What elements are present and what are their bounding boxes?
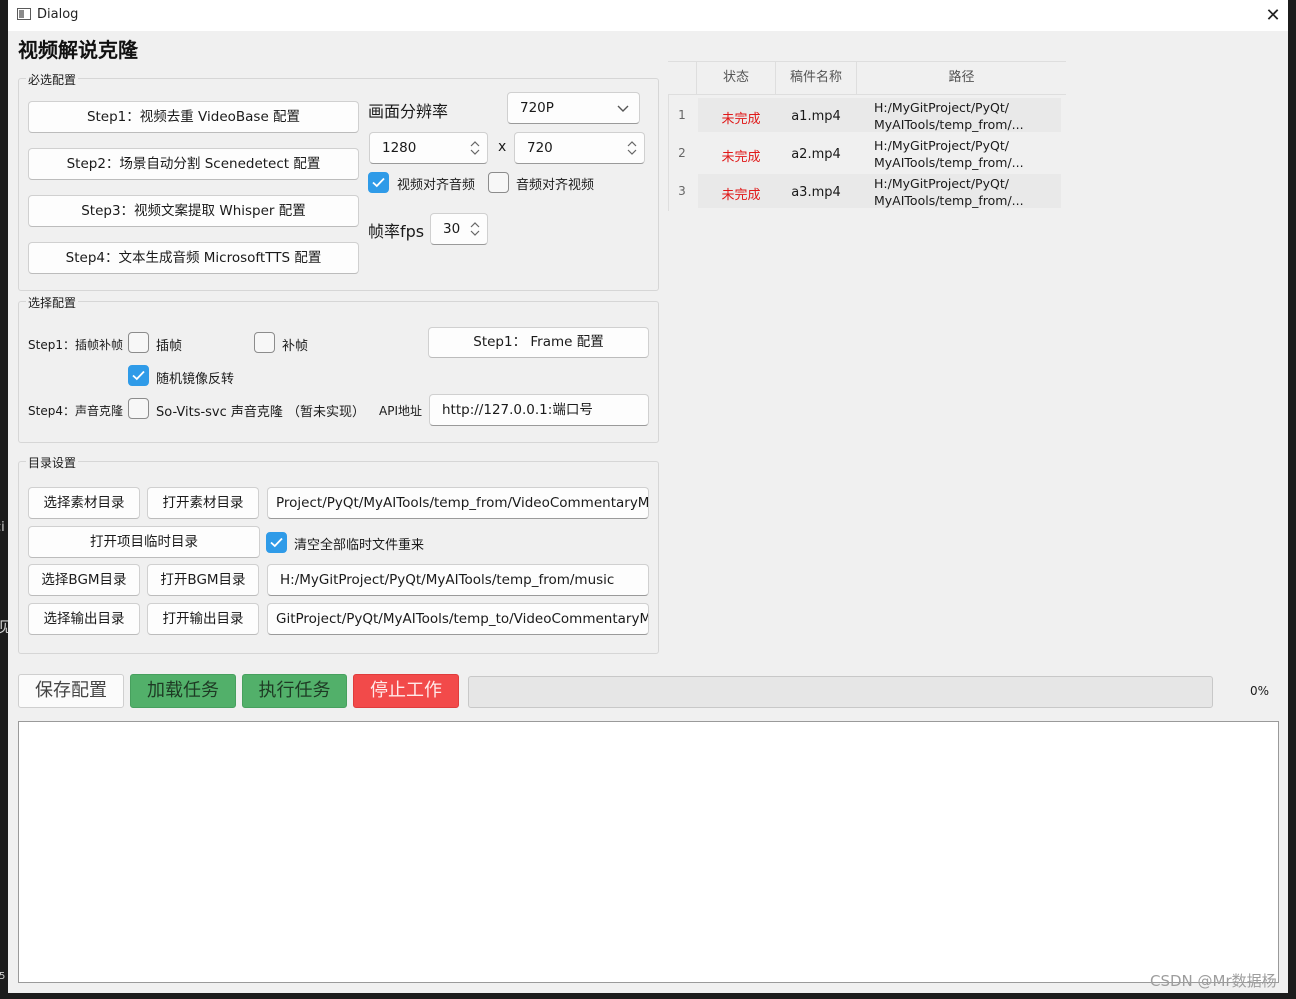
row-number: 3 [678,184,686,198]
progress-text: 0% [1250,684,1270,698]
bgm-path-input[interactable]: H:/MyGitProject/PyQt/MyAITools/temp_from… [267,564,649,596]
background-window-fragment: ci [0,520,5,535]
random-mirror-checkbox[interactable] [128,365,149,386]
page-title: 视频解说克隆 [18,38,138,62]
height-spinbox[interactable]: 720 [514,132,645,164]
app-icon [17,8,31,20]
save-config-button[interactable]: 保存配置 [18,674,124,708]
task-table[interactable]: 状态 稿件名称 路径 1 未完成 a1.mp4 H:/MyGitProject/… [668,61,1066,211]
close-icon[interactable]: ✕ [1258,0,1288,31]
step4-tts-button[interactable]: Step4：文本生成音频 MicrosoftTTS 配置 [28,242,359,274]
watermark: CSDN @Mr数据杨 [1150,972,1277,990]
path-cell-line2: MyAITools/temp_from/... [874,193,1024,208]
progress-bar [468,676,1213,708]
row-number-gutter-divider [668,95,669,211]
select-material-dir-button[interactable]: 选择素材目录 [28,487,140,519]
status-cell: 未完成 [721,188,761,203]
align-video-to-audio-checkbox[interactable] [368,172,389,193]
filename-cell: a2.mp4 [791,147,841,162]
api-address-input[interactable]: http://127.0.0.1:端口号 [429,394,649,426]
open-material-dir-button[interactable]: 打开素材目录 [147,487,259,519]
resolution-separator: x [498,139,507,155]
chevron-down-icon [617,105,629,112]
spin-arrows-icon[interactable] [470,221,480,237]
clear-temp-label: 清空全部临时文件重来 [294,538,425,553]
path-cell-line1: H:/MyGitProject/PyQt/ [874,100,1009,115]
checkmark-icon [270,537,283,548]
clear-temp-checkbox[interactable] [266,532,287,553]
align-audio-to-video-checkbox[interactable] [488,172,509,193]
voice-clone-label: So-Vits-svc 声音克隆 （暂未实现） [156,405,366,420]
resolution-label: 画面分辨率 [368,102,449,121]
bgm-path-value: H:/MyGitProject/PyQt/MyAITools/temp_from… [280,572,615,588]
fps-label: 帧率fps [368,222,425,241]
step3-whisper-button[interactable]: Step3：视频文案提取 Whisper 配置 [28,195,359,227]
api-address-label: API地址 [379,404,422,418]
checkmark-icon [372,177,385,188]
background-window-fragment: 5 [0,971,6,982]
status-cell: 未完成 [721,150,761,165]
resolution-select[interactable]: 720P [507,92,640,124]
interp-label: 插帧 [156,339,183,354]
path-cell-line1: H:/MyGitProject/PyQt/ [874,138,1009,153]
checkmark-icon [132,370,145,381]
load-task-button[interactable]: 加载任务 [130,674,236,708]
resolution-select-value: 720P [520,100,554,116]
row-number: 1 [678,108,686,122]
random-mirror-label: 随机镜像反转 [156,372,235,387]
material-path-input[interactable]: Project/PyQt/MyAITools/temp_from/VideoCo… [267,487,649,519]
window-title: Dialog [37,7,79,22]
width-spinbox[interactable]: 1280 [369,132,488,164]
row-number: 2 [678,146,686,160]
align-audio-to-video-label: 音频对齐视频 [516,178,595,193]
header-path[interactable]: 路径 [856,61,1066,95]
title-bar[interactable]: Dialog ✕ [8,0,1288,31]
api-address-value: http://127.0.0.1:端口号 [442,402,593,418]
directory-settings-title: 目录设置 [26,454,79,471]
fps-spinbox[interactable]: 30 [430,213,488,245]
required-config-title: 必选配置 [26,71,79,88]
log-output-area[interactable] [18,721,1279,983]
header-status[interactable]: 状态 [696,61,775,95]
interp-checkbox[interactable] [128,332,149,353]
select-output-dir-button[interactable]: 选择输出目录 [28,603,140,635]
height-value: 720 [527,140,553,156]
optional-config-title: 选择配置 [26,294,79,311]
open-bgm-dir-button[interactable]: 打开BGM目录 [147,564,259,596]
spin-arrows-icon[interactable] [470,140,480,156]
open-output-dir-button[interactable]: 打开输出目录 [147,603,259,635]
align-video-to-audio-label: 视频对齐音频 [397,178,476,193]
step4-voice-label: Step4：声音克隆 [28,404,123,418]
step1-interp-label: Step1：插帧补帧 [28,338,123,352]
width-value: 1280 [382,140,417,156]
open-temp-dir-button[interactable]: 打开项目临时目录 [28,526,260,558]
filename-cell: a3.mp4 [791,185,841,200]
output-path-input[interactable]: GitProject/PyQt/MyAITools/temp_to/VideoC… [267,603,649,635]
output-path-value: GitProject/PyQt/MyAITools/temp_to/VideoC… [276,611,649,627]
fill-frame-label: 补帧 [282,339,309,354]
dialog-window: Dialog ✕ 视频解说克隆 必选配置 Step1：视频去重 VideoBas… [8,0,1288,993]
run-task-button[interactable]: 执行任务 [242,674,347,708]
path-cell-line1: H:/MyGitProject/PyQt/ [874,176,1009,191]
path-cell-line2: MyAITools/temp_from/... [874,155,1024,170]
voice-clone-checkbox[interactable] [128,398,149,419]
fill-frame-checkbox[interactable] [254,332,275,353]
filename-cell: a1.mp4 [791,109,841,124]
stop-work-button[interactable]: 停止工作 [353,674,459,708]
frame-config-button[interactable]: Step1： Frame 配置 [428,327,649,358]
status-cell: 未完成 [721,112,761,127]
step2-scenedetect-button[interactable]: Step2：场景自动分割 Scenedetect 配置 [28,148,359,180]
fps-value: 30 [443,221,461,237]
path-cell-line2: MyAITools/temp_from/... [874,117,1024,132]
header-filename[interactable]: 稿件名称 [775,61,856,95]
material-path-value: Project/PyQt/MyAITools/temp_from/VideoCo… [276,495,649,511]
select-bgm-dir-button[interactable]: 选择BGM目录 [28,564,140,596]
step1-videobase-button[interactable]: Step1：视频去重 VideoBase 配置 [28,101,359,133]
spin-arrows-icon[interactable] [627,140,637,156]
